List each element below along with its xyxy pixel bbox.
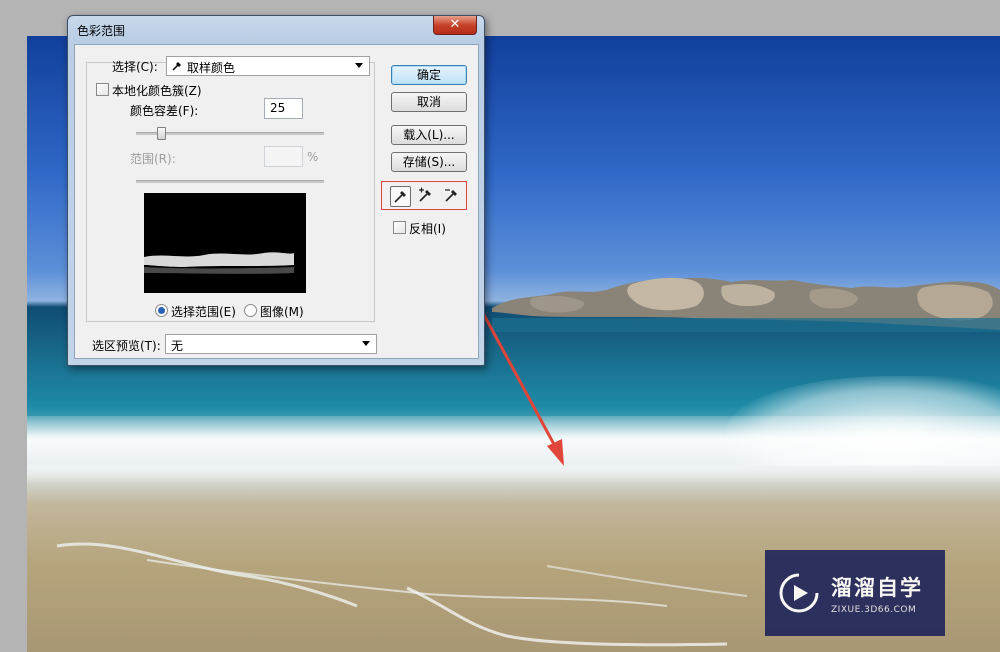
range-label: 范围(R): bbox=[130, 152, 176, 166]
eyedropper-icon bbox=[172, 62, 181, 71]
eyedropper-icon[interactable] bbox=[390, 186, 411, 207]
ok-button[interactable]: 确定 bbox=[391, 65, 467, 85]
select-label: 选择(C): bbox=[112, 60, 158, 74]
select-dropdown[interactable]: 取样颜色 bbox=[166, 56, 370, 76]
fuzziness-slider-thumb[interactable] bbox=[157, 127, 166, 140]
save-button[interactable]: 存储(S)... bbox=[391, 152, 467, 172]
cancel-button[interactable]: 取消 bbox=[391, 92, 467, 112]
fuzziness-value: 25 bbox=[270, 101, 286, 115]
selection-preview-value: 无 bbox=[171, 339, 184, 353]
eyedropper-tools bbox=[381, 181, 467, 210]
radio-image[interactable] bbox=[244, 304, 257, 317]
chevron-down-icon bbox=[362, 341, 370, 346]
color-range-dialog: 色彩范围 ✕ 选择(C): 取样颜色 本地化颜色簇(Z) 颜色容差(F): 25… bbox=[67, 15, 485, 366]
radio-image-label: 图像(M) bbox=[260, 305, 304, 319]
play-logo-icon bbox=[779, 573, 819, 613]
selection-preview bbox=[144, 193, 306, 293]
range-slider-track bbox=[136, 180, 324, 183]
chevron-down-icon bbox=[355, 63, 363, 68]
dialog-body: 选择(C): 取样颜色 本地化颜色簇(Z) 颜色容差(F): 25 范围(R):… bbox=[74, 44, 479, 359]
select-value: 取样颜色 bbox=[187, 61, 236, 75]
fuzziness-label: 颜色容差(F): bbox=[130, 104, 199, 118]
close-button[interactable]: ✕ bbox=[433, 16, 477, 35]
radio-selection-label: 选择范围(E) bbox=[171, 305, 236, 319]
fuzziness-input[interactable]: 25 bbox=[264, 98, 303, 119]
watermark-brand: 溜溜自学 bbox=[831, 575, 923, 600]
watermark: 溜溜自学 ZIXUE.3D66.COM bbox=[765, 550, 945, 636]
radio-selection[interactable] bbox=[155, 304, 168, 317]
invert-label: 反相(I) bbox=[409, 222, 446, 236]
localized-clusters-label: 本地化颜色簇(Z) bbox=[112, 84, 202, 98]
localized-clusters-checkbox[interactable] bbox=[96, 83, 109, 96]
selection-preview-dropdown[interactable]: 无 bbox=[165, 334, 377, 354]
eyedropper-minus-icon[interactable] bbox=[442, 186, 461, 205]
range-unit: % bbox=[307, 150, 319, 164]
mask-preview bbox=[144, 252, 294, 274]
watermark-url: ZIXUE.3D66.COM bbox=[831, 604, 917, 615]
range-input bbox=[264, 146, 303, 167]
selection-preview-label: 选区预览(T): bbox=[92, 339, 161, 353]
eyedropper-plus-icon[interactable] bbox=[416, 186, 435, 205]
load-button[interactable]: 载入(L)... bbox=[391, 125, 467, 145]
dialog-title: 色彩范围 bbox=[77, 24, 126, 38]
invert-checkbox[interactable] bbox=[393, 221, 406, 234]
